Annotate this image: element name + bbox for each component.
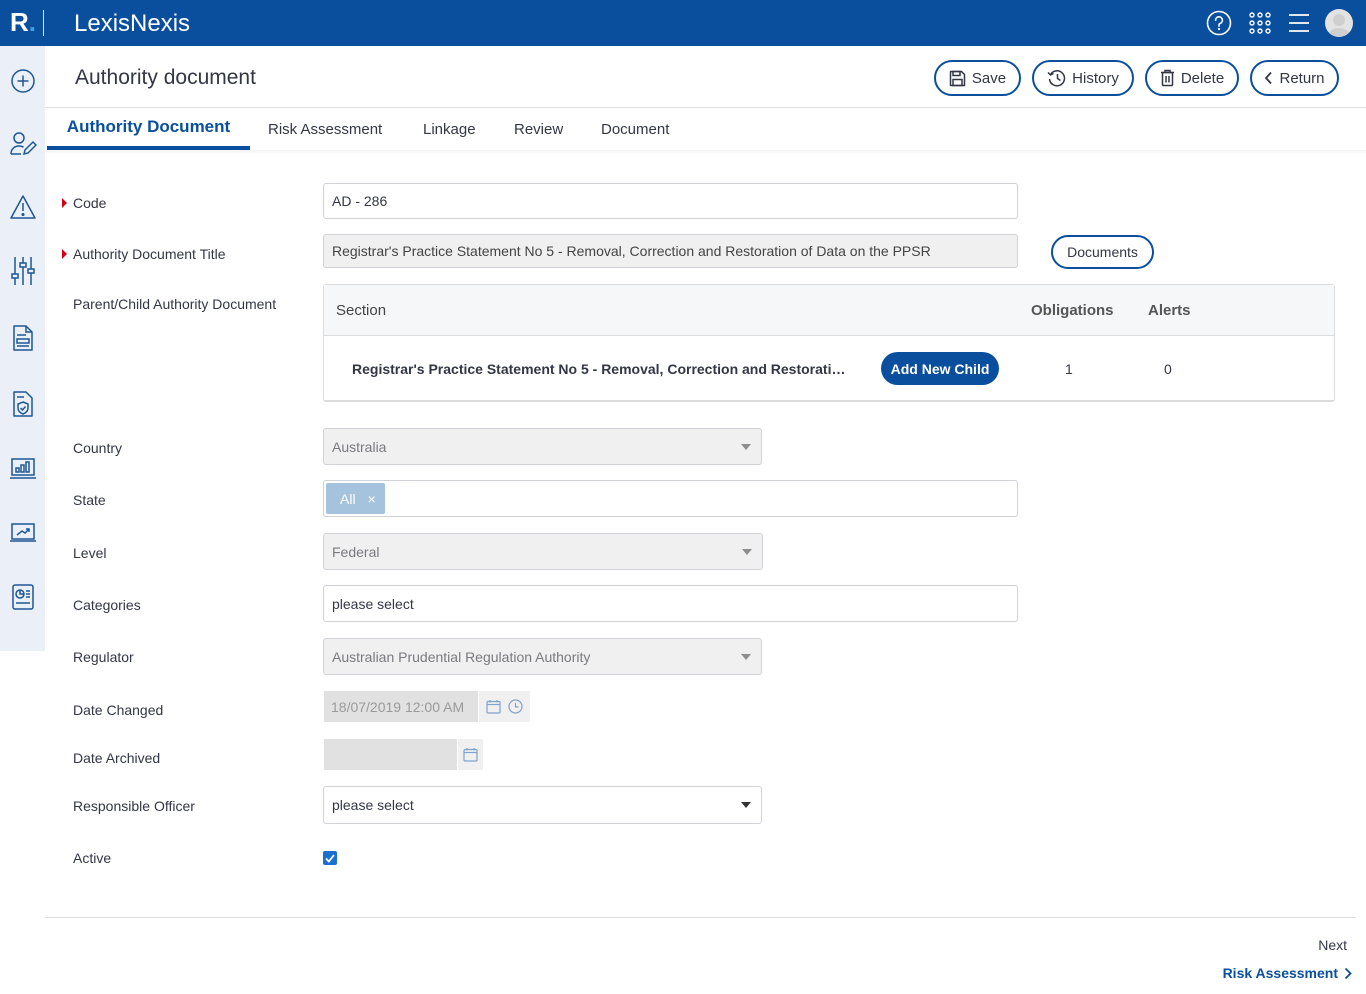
- tab-document[interactable]: Document: [601, 108, 669, 150]
- next-label: Next: [1318, 937, 1347, 953]
- column-alerts: Alerts: [1148, 302, 1191, 319]
- regulator-label: Regulator: [73, 649, 134, 665]
- calendar-icon[interactable]: [486, 699, 501, 714]
- add-new-child-button[interactable]: Add New Child: [881, 352, 999, 385]
- logo[interactable]: R.: [10, 7, 36, 38]
- menu-icon[interactable]: [1285, 9, 1313, 37]
- help-icon[interactable]: [1205, 9, 1233, 37]
- obligations-count: 1: [1065, 361, 1073, 377]
- page-title: Authority document: [75, 66, 256, 89]
- trend-laptop-icon[interactable]: [8, 518, 37, 547]
- save-icon: [949, 70, 966, 86]
- date-changed-value: 18/07/2019 12:00 AM: [331, 698, 465, 715]
- top-bar: R. LexisNexis: [0, 0, 1366, 46]
- categories-placeholder: please select: [332, 595, 414, 612]
- return-label: Return: [1279, 69, 1325, 87]
- sidebar: [0, 46, 45, 651]
- clock-icon[interactable]: [508, 699, 523, 714]
- warning-icon[interactable]: [8, 192, 37, 221]
- history-label: History: [1072, 69, 1119, 87]
- code-input[interactable]: AD - 286: [323, 183, 1018, 219]
- state-tag: All ×: [326, 483, 385, 514]
- level-select[interactable]: Federal: [323, 533, 763, 570]
- next-link-label: Risk Assessment: [1222, 965, 1338, 981]
- regulator-select[interactable]: Australian Prudential Regulation Authori…: [323, 638, 762, 675]
- tab-linkage[interactable]: Linkage: [423, 108, 476, 150]
- column-obligations: Obligations: [1031, 302, 1114, 319]
- title-value: Registrar's Practice Statement No 5 - Re…: [332, 243, 931, 259]
- bar-chart-laptop-icon[interactable]: [8, 454, 37, 483]
- title-input[interactable]: Registrar's Practice Statement No 5 - Re…: [323, 234, 1018, 268]
- code-value: AD - 286: [332, 193, 388, 209]
- column-section: Section: [336, 302, 387, 319]
- chevron-down-icon: [741, 653, 751, 660]
- chevron-down-icon: [742, 548, 752, 555]
- alerts-count: 0: [1164, 361, 1172, 377]
- document-shield-icon[interactable]: [8, 389, 37, 418]
- date-changed-input[interactable]: 18/07/2019 12:00 AM: [324, 691, 478, 722]
- history-button[interactable]: History: [1032, 60, 1134, 96]
- country-label: Country: [73, 440, 123, 456]
- trash-icon: [1160, 69, 1174, 87]
- tabs-shadow: [45, 150, 1366, 154]
- responsible-officer-value: please select: [332, 797, 414, 813]
- chevron-left-icon: [1265, 71, 1273, 85]
- report-icon[interactable]: [8, 582, 37, 611]
- responsible-officer-label: Responsible Officer: [73, 798, 195, 814]
- state-multiselect[interactable]: All ×: [323, 480, 1018, 517]
- footer-divider: [45, 917, 1356, 918]
- tab-risk-assessment[interactable]: Risk Assessment: [268, 108, 382, 150]
- title-label: Authority Document Title: [73, 246, 226, 262]
- categories-input[interactable]: please select: [323, 585, 1018, 622]
- apps-grid-icon[interactable]: [1246, 9, 1274, 37]
- document-icon[interactable]: [8, 323, 37, 352]
- parent-child-table: Section Obligations Alerts Registrar's P…: [323, 284, 1335, 402]
- add-icon[interactable]: [8, 66, 37, 95]
- sliders-icon[interactable]: [8, 256, 37, 285]
- chevron-right-icon: [1344, 967, 1352, 979]
- country-select[interactable]: Australia: [323, 428, 762, 465]
- remove-tag-icon[interactable]: ×: [368, 491, 376, 507]
- state-label: State: [73, 492, 106, 508]
- documents-button[interactable]: Documents: [1051, 235, 1154, 269]
- brand-name: LexisNexis: [74, 10, 191, 37]
- calendar-icon[interactable]: [463, 747, 478, 762]
- tab-review[interactable]: Review: [514, 108, 563, 150]
- active-checkbox[interactable]: [323, 851, 337, 865]
- delete-label: Delete: [1180, 69, 1225, 87]
- logo-divider: [43, 10, 44, 36]
- chevron-down-icon: [741, 443, 751, 450]
- level-label: Level: [73, 545, 107, 561]
- active-label: Active: [73, 850, 112, 866]
- required-marker: [62, 249, 67, 259]
- history-icon: [1047, 70, 1066, 87]
- save-label: Save: [971, 69, 1007, 87]
- return-button[interactable]: Return: [1250, 60, 1339, 96]
- level-value: Federal: [332, 543, 380, 560]
- table-header: Section Obligations Alerts: [324, 285, 1334, 336]
- parent-child-label: Parent/Child Authority Document: [73, 296, 277, 312]
- date-changed-addon: [479, 691, 530, 722]
- avatar[interactable]: [1325, 9, 1353, 37]
- delete-button[interactable]: Delete: [1145, 60, 1239, 96]
- country-value: Australia: [332, 438, 387, 455]
- date-archived-input[interactable]: [324, 739, 457, 770]
- state-tag-label: All: [340, 490, 356, 507]
- tab-authority-document[interactable]: Authority Document: [47, 108, 250, 150]
- required-marker: [62, 198, 67, 208]
- chevron-down-icon: [741, 802, 751, 808]
- date-archived-addon: [458, 739, 483, 770]
- user-edit-icon[interactable]: [8, 129, 37, 158]
- regulator-value: Australian Prudential Regulation Authori…: [332, 648, 591, 665]
- logo-letter: R: [10, 7, 29, 37]
- date-changed-label: Date Changed: [73, 702, 164, 718]
- section-title[interactable]: Registrar's Practice Statement No 5 - Re…: [352, 361, 854, 377]
- categories-label: Categories: [73, 597, 141, 613]
- date-archived-label: Date Archived: [73, 750, 161, 766]
- next-risk-assessment-link[interactable]: Risk Assessment: [1223, 965, 1352, 981]
- code-label: Code: [73, 195, 107, 211]
- check-icon: [325, 853, 335, 863]
- responsible-officer-select[interactable]: please select: [323, 786, 762, 824]
- save-button[interactable]: Save: [934, 60, 1021, 96]
